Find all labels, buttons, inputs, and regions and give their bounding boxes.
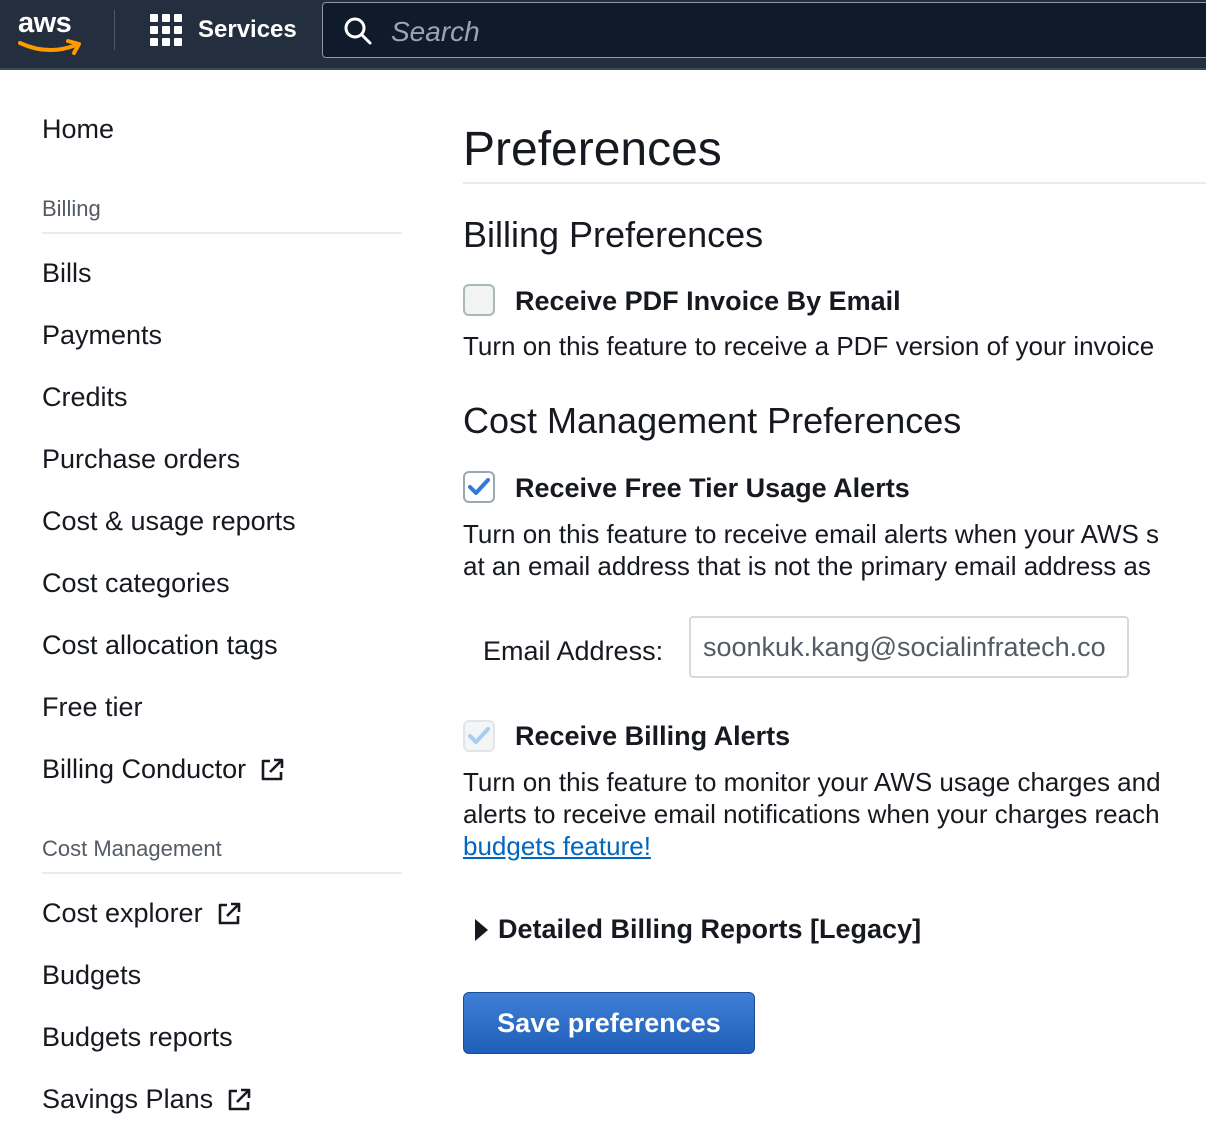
section-divider (42, 232, 402, 234)
budgets-feature-link[interactable]: budgets feature! (463, 831, 651, 861)
sidebar-item-bills[interactable]: Bills (42, 258, 92, 289)
free-tier-alerts-checkbox[interactable] (463, 471, 495, 503)
search-icon (344, 17, 372, 45)
search-input[interactable] (389, 11, 1093, 53)
pdf-invoice-label: Receive PDF Invoice By Email (515, 286, 901, 316)
detailed-billing-reports-expander[interactable]: Detailed Billing Reports [Legacy] (475, 914, 921, 945)
billing-alerts-label: Receive Billing Alerts (515, 721, 791, 751)
detailed-billing-reports-label: Detailed Billing Reports [Legacy] (498, 914, 922, 944)
cost-management-preferences-heading: Cost Management Preferences (463, 400, 962, 441)
external-link-icon (218, 902, 240, 924)
services-label: Services (198, 16, 297, 43)
email-address-input[interactable] (689, 616, 1129, 678)
free-tier-alerts-description: at an email address that is not the prim… (463, 551, 1151, 581)
checkmark-icon (468, 727, 490, 744)
services-menu-button[interactable]: Services (150, 14, 297, 46)
search-box[interactable] (322, 2, 1206, 58)
sidebar-item-savings-plans[interactable]: Savings Plans (42, 1084, 253, 1115)
pdf-invoice-description: Turn on this feature to receive a PDF ve… (463, 331, 1155, 361)
billing-alerts-description: Turn on this feature to monitor your AWS… (463, 767, 1161, 797)
save-preferences-button[interactable]: Save preferences (463, 992, 755, 1054)
billing-alerts-checkbox (463, 720, 495, 752)
sidebar-item-label: Savings Plans (42, 1084, 214, 1114)
sidebar-item-payments[interactable]: Payments (42, 320, 162, 351)
sidebar-item-free-tier[interactable]: Free tier (42, 692, 143, 723)
sidebar-item-purchase-orders[interactable]: Purchase orders (42, 444, 240, 475)
top-navigation-bar: aws Services (0, 0, 1206, 70)
aws-logo-text: aws (18, 7, 72, 39)
sidebar-section-cost-management: Cost Management (42, 836, 222, 861)
page-title: Preferences (463, 123, 722, 176)
aws-logo[interactable]: aws (18, 7, 84, 55)
sidebar-item-budgets-reports[interactable]: Budgets reports (42, 1022, 233, 1053)
title-divider (463, 182, 1206, 184)
sidebar-item-cost-explorer[interactable]: Cost explorer (42, 898, 243, 929)
budgets-feature-line: budgets feature! (463, 830, 651, 862)
section-divider (42, 872, 402, 874)
billing-preferences-heading: Billing Preferences (463, 214, 764, 255)
sidebar-item-label: Cost explorer (42, 898, 203, 928)
external-link-icon (261, 758, 284, 780)
free-tier-alerts-label: Receive Free Tier Usage Alerts (515, 473, 910, 503)
pdf-invoice-checkbox[interactable] (463, 284, 495, 316)
checkmark-icon (468, 478, 490, 495)
sidebar-section-billing: Billing (42, 196, 101, 221)
caret-right-icon (475, 918, 488, 941)
sidebar-item-cost-usage-reports[interactable]: Cost & usage reports (42, 506, 296, 537)
sidebar-item-budgets[interactable]: Budgets (42, 960, 141, 991)
billing-alerts-description: alerts to receive email notifications wh… (463, 799, 1160, 829)
external-link-icon (228, 1088, 251, 1110)
aws-smile-icon (18, 39, 81, 55)
grid-icon (150, 14, 182, 46)
sidebar-item-cost-allocation-tags[interactable]: Cost allocation tags (42, 630, 278, 661)
nav-divider (114, 10, 115, 50)
sidebar-item-cost-categories[interactable]: Cost categories (42, 568, 230, 599)
sidebar-item-credits[interactable]: Credits (42, 382, 128, 413)
sidebar-item-billing-conductor[interactable]: Billing Conductor (42, 754, 286, 785)
sidebar-item-label: Billing Conductor (42, 754, 247, 784)
sidebar-item-home[interactable]: Home (42, 114, 114, 145)
free-tier-alerts-description: Turn on this feature to receive email al… (463, 519, 1160, 549)
email-address-label: Email Address: (483, 636, 664, 666)
